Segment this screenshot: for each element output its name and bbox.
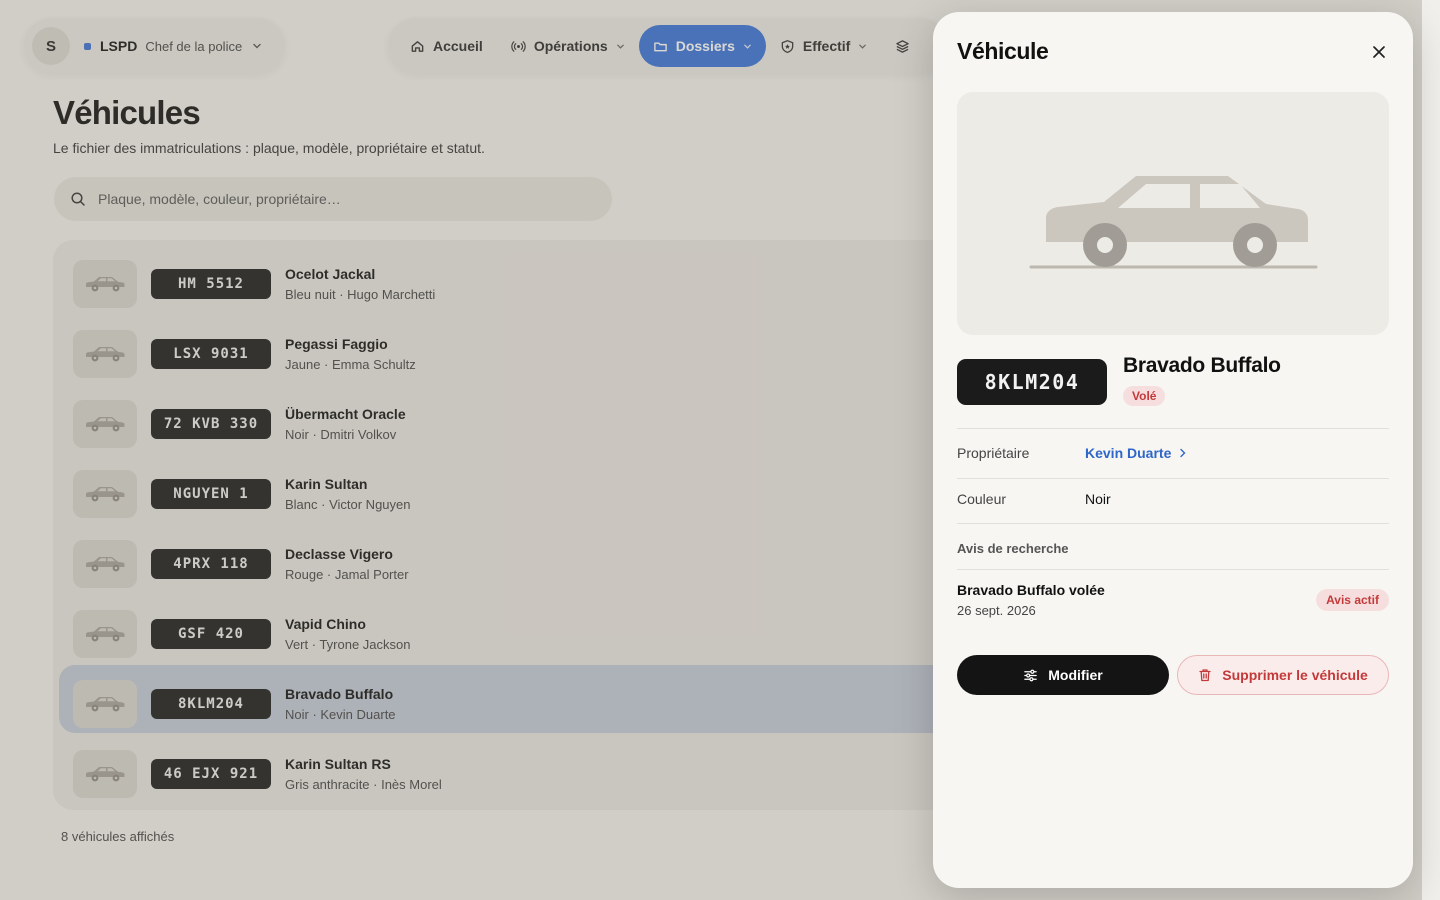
vehicle-name: Bravado Buffalo xyxy=(1123,354,1281,377)
owner-link[interactable]: Kevin Duarte xyxy=(1085,445,1187,461)
notice-status-badge: Avis actif xyxy=(1316,589,1389,611)
divider xyxy=(957,428,1389,429)
notice-date: 26 sept. 2026 xyxy=(957,603,1036,618)
car-icon xyxy=(1029,175,1318,268)
close-button[interactable] xyxy=(1367,40,1391,64)
vehicle-detail-drawer: Véhicule 8KLM204 Bravado Buffalo Volé Pr… xyxy=(933,12,1413,888)
vehicle-photo-placeholder xyxy=(957,92,1389,335)
chevron-right-icon xyxy=(1180,448,1186,458)
delete-vehicle-button[interactable]: Supprimer le véhicule xyxy=(1177,655,1389,695)
status-badge: Volé xyxy=(1123,386,1166,406)
notice-title: Bravado Buffalo volée xyxy=(957,582,1105,598)
close-icon xyxy=(1373,46,1385,58)
notices-heading: Avis de recherche xyxy=(957,541,1069,556)
page-edge xyxy=(1422,0,1440,900)
edit-button[interactable]: Modifier xyxy=(957,655,1169,695)
delete-label: Supprimer le véhicule xyxy=(1222,667,1368,683)
color-label: Couleur xyxy=(957,491,1007,507)
drawer-title: Véhicule xyxy=(957,38,1049,64)
divider xyxy=(957,569,1389,570)
sliders-icon xyxy=(1024,669,1038,681)
divider xyxy=(957,523,1389,524)
divider xyxy=(957,478,1389,479)
trash-icon xyxy=(1199,669,1211,682)
vehicle-plate: 8KLM204 xyxy=(957,359,1107,405)
owner-label: Propriétaire xyxy=(957,445,1030,461)
color-value: Noir xyxy=(1085,491,1111,507)
owner-name: Kevin Duarte xyxy=(1085,445,1172,461)
edit-label: Modifier xyxy=(1048,667,1103,683)
